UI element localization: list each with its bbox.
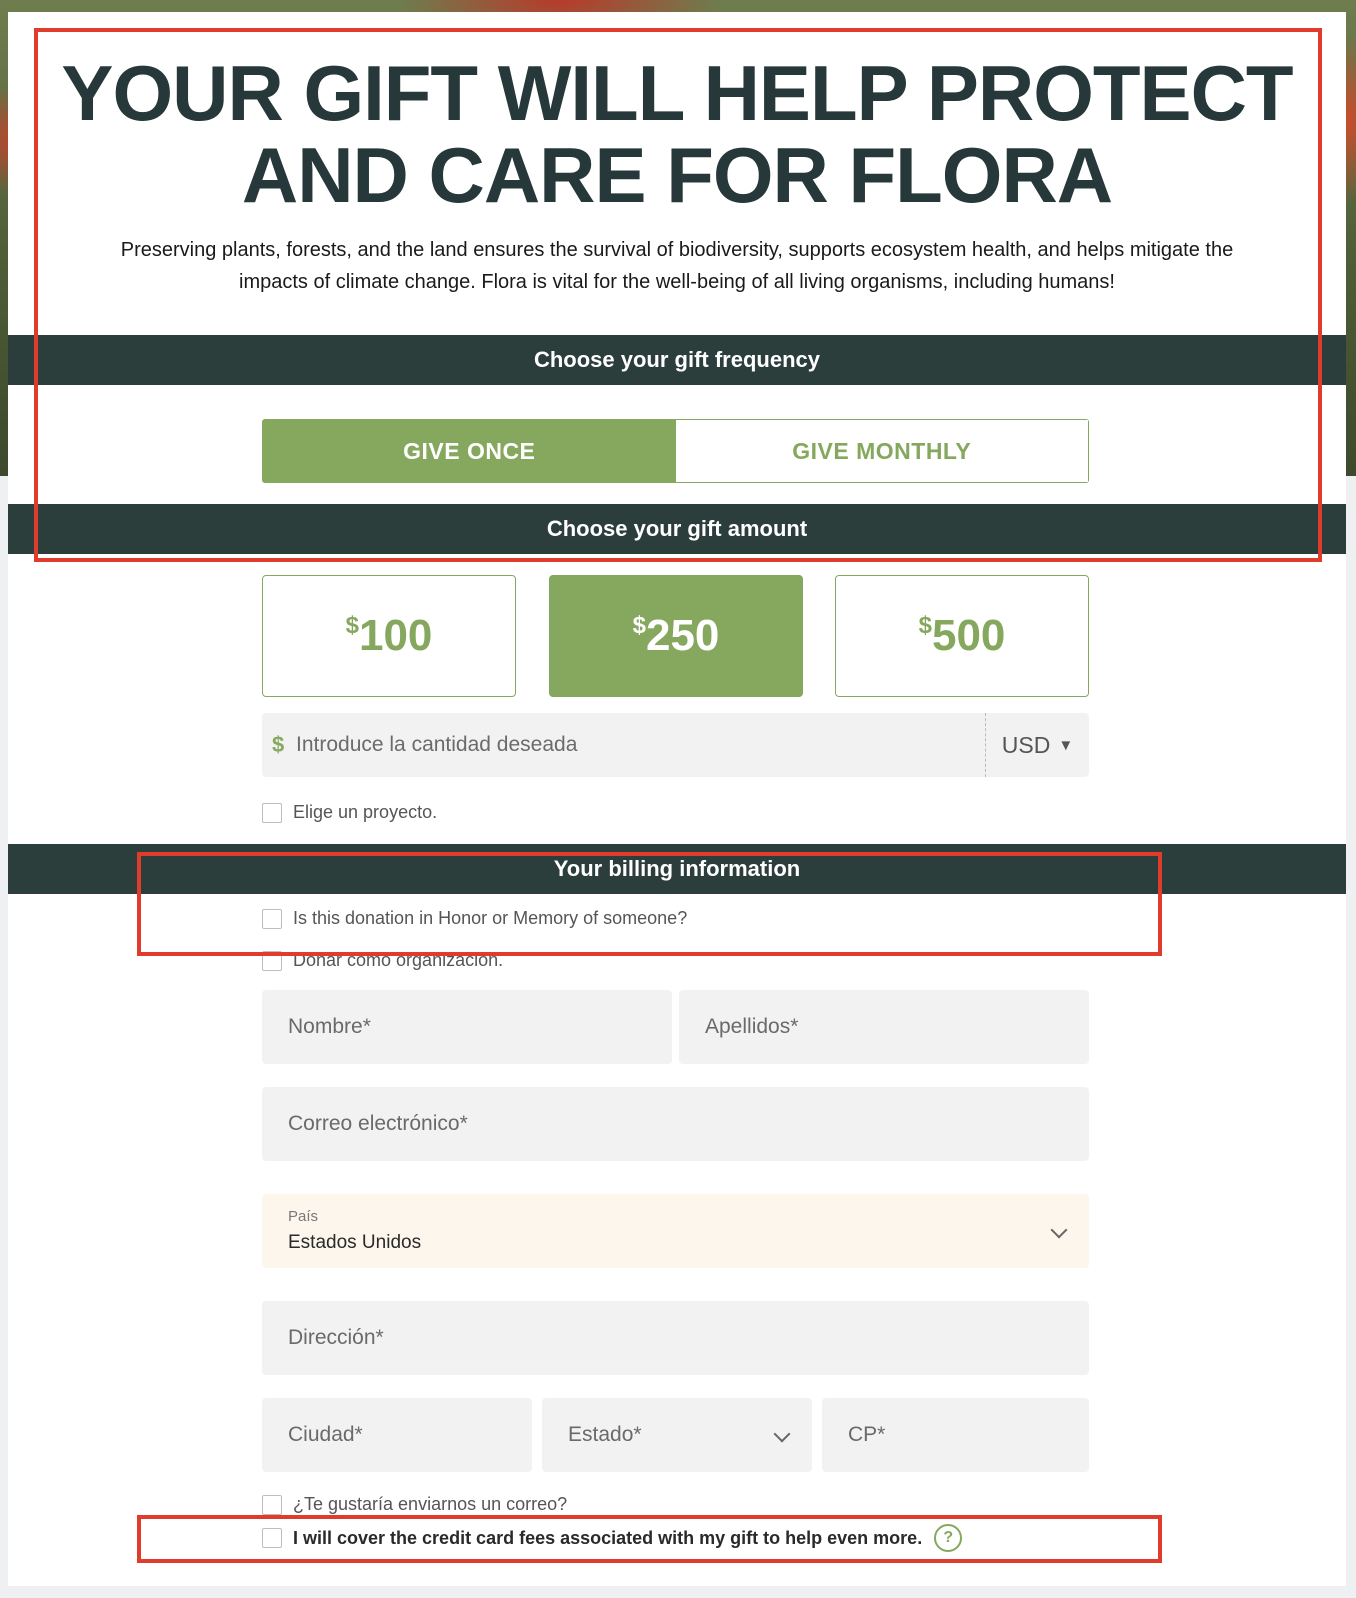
- project-checkbox-row[interactable]: Elige un proyecto.: [262, 802, 437, 823]
- first-name-field[interactable]: Nombre*: [262, 990, 672, 1064]
- chevron-down-icon: [1050, 1221, 1068, 1239]
- amount-value: 100: [358, 611, 433, 660]
- currency-symbol: $: [632, 612, 646, 639]
- email-optin-checkbox[interactable]: [262, 1494, 282, 1515]
- organization-checkbox-row[interactable]: Donar como organización.: [262, 950, 503, 971]
- address-field[interactable]: Dirección*: [262, 1301, 1089, 1375]
- frequency-heading: Choose your gift frequency: [8, 335, 1346, 385]
- currency-select[interactable]: USD ▼: [985, 713, 1089, 777]
- amount-value: 500: [931, 611, 1006, 660]
- organization-label: Donar como organización.: [293, 950, 504, 970]
- email-optin-label: ¿Te gustaría enviarnos un correo?: [293, 1494, 568, 1514]
- custom-amount-field: $ USD ▼: [262, 713, 1089, 777]
- give-once-button[interactable]: GIVE ONCE: [263, 420, 676, 482]
- project-checkbox[interactable]: [262, 802, 282, 823]
- honor-checkbox-row[interactable]: Is this donation in Honor or Memory of s…: [262, 908, 687, 929]
- dollar-icon: $: [272, 732, 285, 757]
- honor-label: Is this donation in Honor or Memory of s…: [293, 908, 688, 928]
- currency-value: USD: [1001, 731, 1051, 758]
- state-placeholder: Estado*: [568, 1423, 642, 1446]
- currency-symbol: $: [345, 612, 359, 639]
- email-optin-checkbox-row[interactable]: ¿Te gustaría enviarnos un correo?: [262, 1494, 567, 1515]
- amount-option-250[interactable]: $ 250: [549, 575, 803, 697]
- country-label: País: [288, 1208, 319, 1225]
- project-label: Elige un proyecto.: [293, 802, 438, 822]
- give-monthly-button[interactable]: GIVE MONTHLY: [675, 420, 1088, 482]
- email-field[interactable]: Correo electrónico*: [262, 1087, 1089, 1161]
- amount-option-100[interactable]: $ 100: [262, 575, 516, 697]
- country-select[interactable]: País Estados Unidos: [262, 1194, 1089, 1268]
- custom-amount-input[interactable]: [294, 732, 985, 758]
- cover-fees-checkbox[interactable]: [262, 1528, 282, 1548]
- chevron-down-icon: [773, 1425, 791, 1443]
- zip-field[interactable]: CP*: [822, 1398, 1089, 1472]
- amount-value: 250: [645, 611, 720, 660]
- page-title: YOUR GIFT WILL HELP PROTECT AND CARE FOR…: [8, 52, 1346, 216]
- last-name-field[interactable]: Apellidos*: [679, 990, 1089, 1064]
- title-line-2: AND CARE FOR FLORA: [241, 131, 1113, 219]
- title-line-1: YOUR GIFT WILL HELP PROTECT: [61, 49, 1293, 137]
- page-description: Preserving plants, forests, and the land…: [120, 239, 1234, 293]
- caret-down-icon: ▼: [1058, 736, 1074, 754]
- donation-form: YOUR GIFT WILL HELP PROTECT AND CARE FOR…: [8, 12, 1346, 1586]
- currency-symbol: $: [918, 612, 932, 639]
- cover-fees-checkbox-row[interactable]: I will cover the credit card fees associ…: [262, 1524, 963, 1552]
- amount-option-500[interactable]: $ 500: [835, 575, 1089, 697]
- billing-heading: Your billing information: [8, 844, 1346, 894]
- city-field[interactable]: Ciudad*: [262, 1398, 532, 1472]
- organization-checkbox[interactable]: [262, 950, 282, 971]
- country-value: Estados Unidos: [288, 1232, 422, 1253]
- state-select[interactable]: Estado*: [542, 1398, 812, 1472]
- amount-heading: Choose your gift amount: [8, 504, 1346, 554]
- cover-fees-label: I will cover the credit card fees associ…: [293, 1527, 923, 1548]
- frequency-toggle: GIVE ONCE GIVE MONTHLY: [262, 419, 1089, 483]
- honor-checkbox[interactable]: [262, 908, 282, 929]
- help-icon[interactable]: ?: [934, 1524, 963, 1552]
